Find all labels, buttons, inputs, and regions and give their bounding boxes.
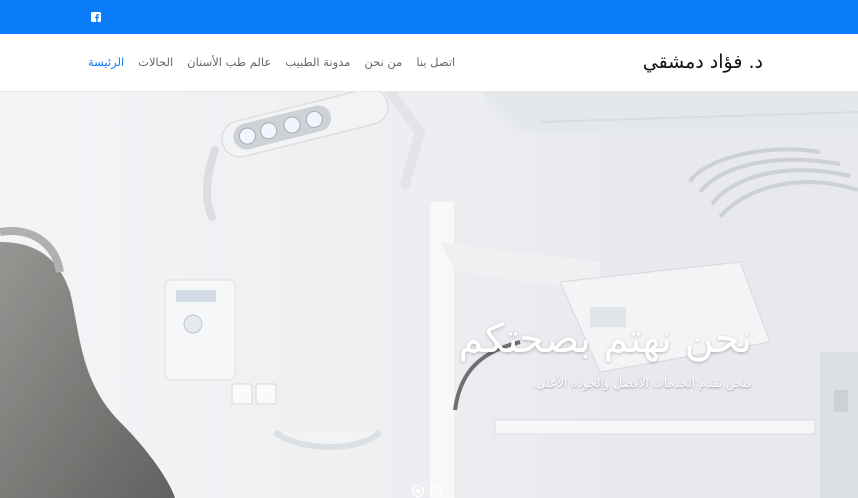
nav-menu: الرئيسة الحالات عالم طب الأسنان مدونة ال… [88,55,468,73]
nav-item-cases[interactable]: الحالات [138,55,173,73]
nav-item-about[interactable]: من نحن [364,55,402,73]
hero-title: نحن نهتم بصحتكم [458,316,752,362]
nav-item-contact[interactable]: اتصل بنا [416,55,455,73]
hero-subtitle: فنحن نقدم الخدمات الأفضل والجودة الأعلى. [532,376,752,390]
nav-item-dental-world[interactable]: عالم طب الأسنان [187,55,271,73]
main-navbar: د. فؤاد دمشقي الرئيسة الحالات عالم طب ال… [0,34,858,92]
top-bar [0,0,858,34]
facebook-icon[interactable] [91,12,101,22]
slider-dot-2[interactable] [430,485,442,497]
hero-background-image [0,92,858,498]
slider-indicators [412,485,442,497]
site-brand[interactable]: د. فؤاد دمشقي [643,51,763,73]
nav-item-blog[interactable]: مدونة الطبيب [285,55,350,73]
hero-slider: نحن نهتم بصحتكم فنحن نقدم الخدمات الأفضل… [0,92,858,498]
nav-item-home[interactable]: الرئيسة [88,55,124,73]
slider-dot-1[interactable] [412,485,424,497]
